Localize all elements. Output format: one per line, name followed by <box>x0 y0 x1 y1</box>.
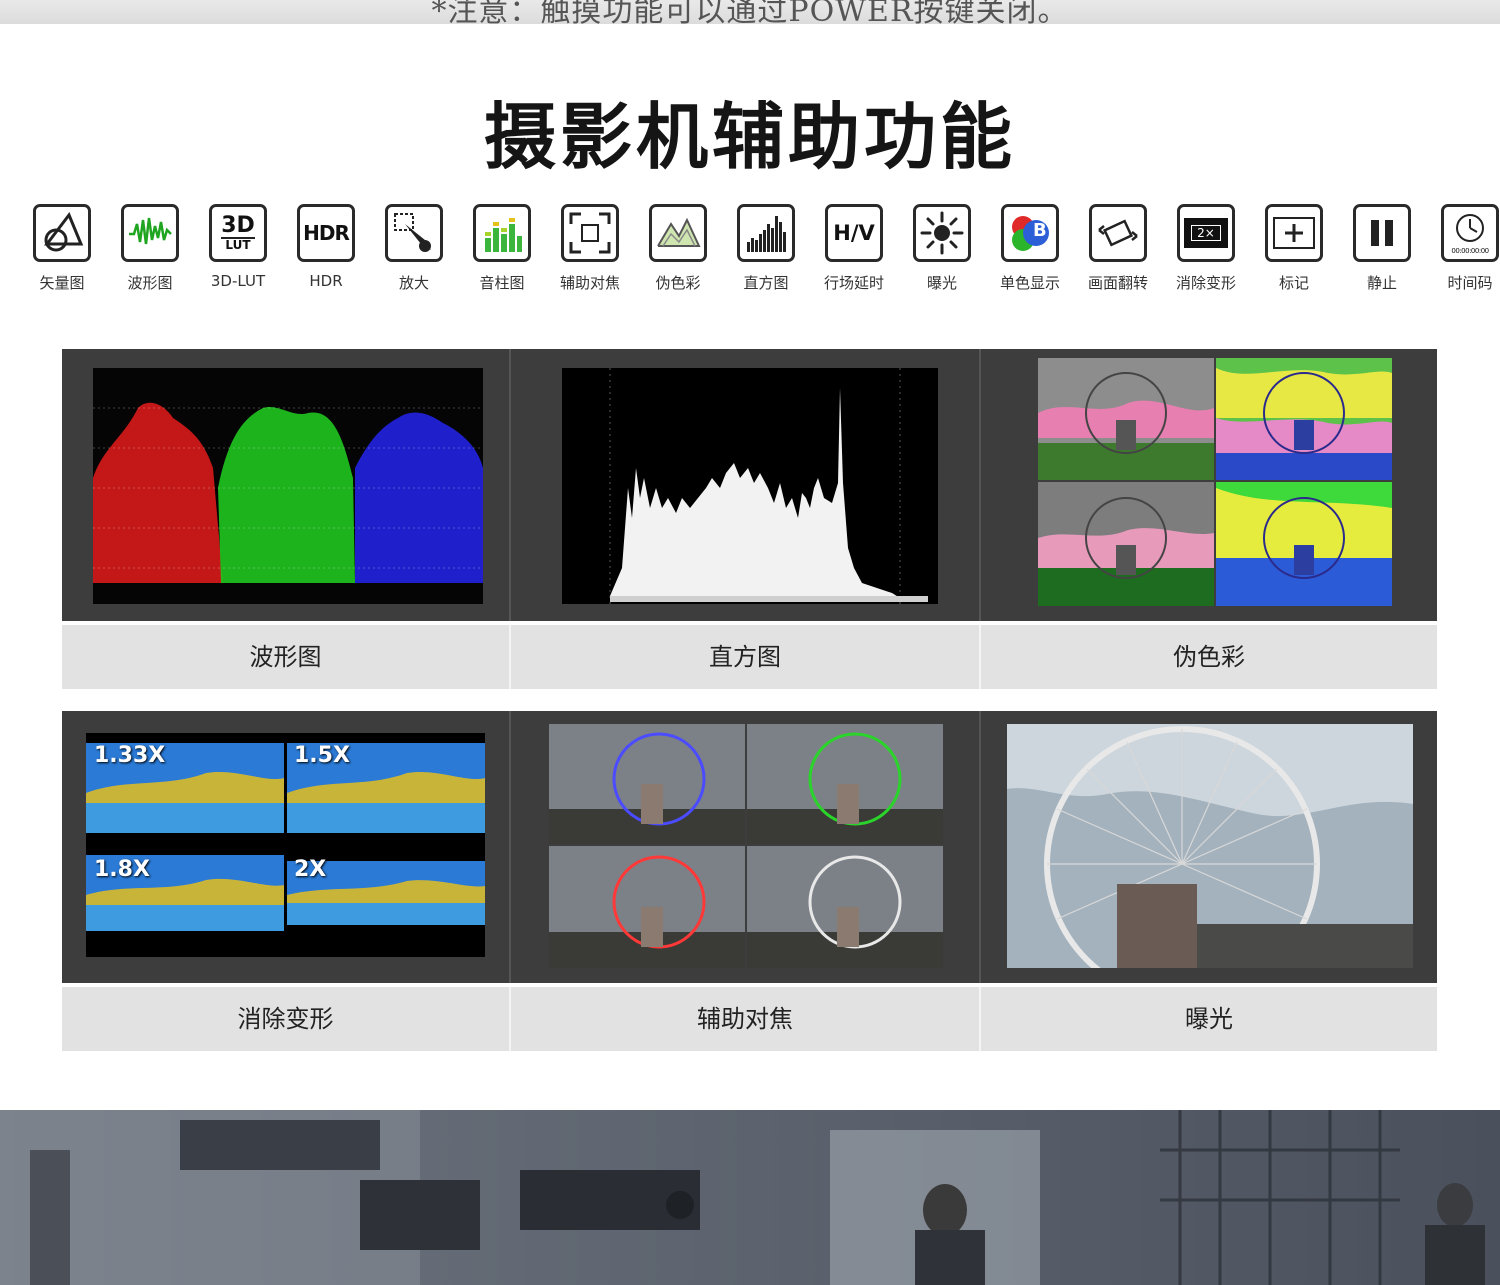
page-title: 摄影机辅助功能 <box>483 95 1016 179</box>
de-squeeze-icon: 2× <box>1177 204 1235 262</box>
de-squeeze-panel: 1.33X 1.5X 1.8X 2X <box>62 711 509 983</box>
zoom-label-2: 1.5X <box>294 743 350 768</box>
notice-text: *注意：触摸功能可以通过POWER按键关闭。 <box>431 0 1069 24</box>
focus-assist-panel <box>511 711 979 983</box>
zoom-label-4: 2X <box>294 857 327 882</box>
mono-badge: B <box>1033 220 1047 241</box>
feature-audio-meter: 音柱图 <box>458 204 546 293</box>
feature-vectorscope: 矢量图 <box>18 204 106 293</box>
feature-label: 消除变形 <box>1175 274 1236 292</box>
waveform-screenshot <box>93 368 483 604</box>
feature-label: 音柱图 <box>479 274 525 292</box>
feature-focus-assist: 辅助对焦 <box>546 204 634 293</box>
caption-exposure: 曝光 <box>1185 1005 1233 1033</box>
feature-hv-delay: H/V 行场延时 <box>810 204 898 293</box>
film-set-banner-photo <box>0 1110 1500 1285</box>
de-squeeze-screenshot: 1.33X 1.5X 1.8X 2X <box>86 733 485 957</box>
zoom-label-3: 1.8X <box>94 857 150 882</box>
hv-delay-icon: H/V <box>825 204 883 262</box>
top-notice-strip: *注意：触摸功能可以通过POWER按键关闭。 <box>0 0 1500 24</box>
waveform-panel <box>62 349 509 621</box>
feature-label: 波形图 <box>127 274 173 292</box>
caption-focus-assist: 辅助对焦 <box>697 1005 793 1033</box>
feature-label: 时间码 <box>1447 274 1493 292</box>
focus-assist-icon <box>561 204 619 262</box>
3d-lut-icon: 3D LUT <box>209 204 267 262</box>
gallery-top-panels <box>62 349 1437 621</box>
feature-label: 矢量图 <box>39 274 85 292</box>
feature-label: 直方图 <box>743 274 789 292</box>
mono-color-icon: B <box>1001 204 1059 262</box>
feature-label: 行场延时 <box>823 274 884 292</box>
marker-icon <box>1265 204 1323 262</box>
de-squeeze-badge: 2× <box>1191 225 1221 241</box>
exposure-screenshot <box>1007 724 1413 968</box>
feature-image-flip: 画面翻转 <box>1074 204 1162 293</box>
pause-icon <box>1353 204 1411 262</box>
timecode-icon: 00:00:00:00 <box>1441 204 1499 262</box>
3d-lut-badge-bottom: LUT <box>221 237 255 251</box>
feature-freeze: 静止 <box>1338 204 1426 293</box>
exposure-panel <box>981 711 1437 983</box>
false-color-screenshot <box>1038 358 1392 606</box>
feature-histogram: 直方图 <box>722 204 810 293</box>
feature-label: HDR <box>309 272 343 290</box>
zoom-label-1: 1.33X <box>94 743 166 768</box>
hv-badge: H/V <box>833 221 875 245</box>
feature-exposure: 曝光 <box>898 204 986 293</box>
feature-3d-lut: 3D LUT 3D-LUT <box>194 204 282 290</box>
audio-meter-icon <box>473 204 531 262</box>
caption-waveform: 波形图 <box>249 643 322 671</box>
caption-false-color: 伪色彩 <box>1173 643 1245 671</box>
exposure-icon <box>913 204 971 262</box>
3d-lut-badge-top: 3D <box>221 213 255 238</box>
feature-timecode: 00:00:00:00 时间码 <box>1426 204 1500 293</box>
histogram-screenshot <box>562 368 938 604</box>
false-color-icon <box>649 204 707 262</box>
feature-label: 曝光 <box>926 274 957 292</box>
gallery-top-captions: 波形图 直方图 伪色彩 <box>62 625 1437 689</box>
gallery-bottom-captions: 消除变形 辅助对焦 曝光 <box>62 987 1437 1051</box>
feature-label: 单色显示 <box>999 274 1060 292</box>
histogram-panel <box>511 349 979 621</box>
feature-label: 3D-LUT <box>210 272 266 290</box>
feature-waveform: 波形图 <box>106 204 194 293</box>
caption-histogram: 直方图 <box>709 643 781 671</box>
feature-label: 辅助对焦 <box>559 274 620 292</box>
feature-label: 画面翻转 <box>1087 274 1148 292</box>
timecode-badge: 00:00:00:00 <box>1451 247 1489 255</box>
gallery-top-row: 波形图 直方图 伪色彩 <box>62 349 1437 689</box>
zoom-icon <box>385 204 443 262</box>
feature-mono-color: B 单色显示 <box>986 204 1074 293</box>
feature-label: 放大 <box>398 274 429 292</box>
image-flip-icon <box>1089 204 1147 262</box>
feature-de-squeeze: 2× 消除变形 <box>1162 204 1250 293</box>
hdr-icon: HDR <box>297 204 355 262</box>
feature-label: 伪色彩 <box>655 274 701 292</box>
feature-hdr: HDR HDR <box>282 204 370 290</box>
caption-de-squeeze: 消除变形 <box>237 1005 334 1033</box>
feature-icon-row: 矢量图 波形图 3D LUT 3D-LUT HDR HDR 放大 音柱图 辅助对… <box>18 204 1499 304</box>
feature-label: 标记 <box>1278 274 1309 292</box>
false-color-panel <box>981 349 1437 621</box>
waveform-icon <box>121 204 179 262</box>
feature-zoom: 放大 <box>370 204 458 293</box>
focus-assist-screenshot <box>549 724 943 968</box>
feature-false-color: 伪色彩 <box>634 204 722 293</box>
vectorscope-icon <box>33 204 91 262</box>
feature-marker: 标记 <box>1250 204 1338 293</box>
hdr-badge: HDR <box>303 221 350 245</box>
feature-label: 静止 <box>1366 274 1397 292</box>
gallery-bottom-row: 1.33X 1.5X 1.8X 2X 消除变形 辅助对焦 曝光 <box>62 711 1437 1051</box>
gallery-bottom-panels: 1.33X 1.5X 1.8X 2X <box>62 711 1437 983</box>
histogram-icon <box>737 204 795 262</box>
